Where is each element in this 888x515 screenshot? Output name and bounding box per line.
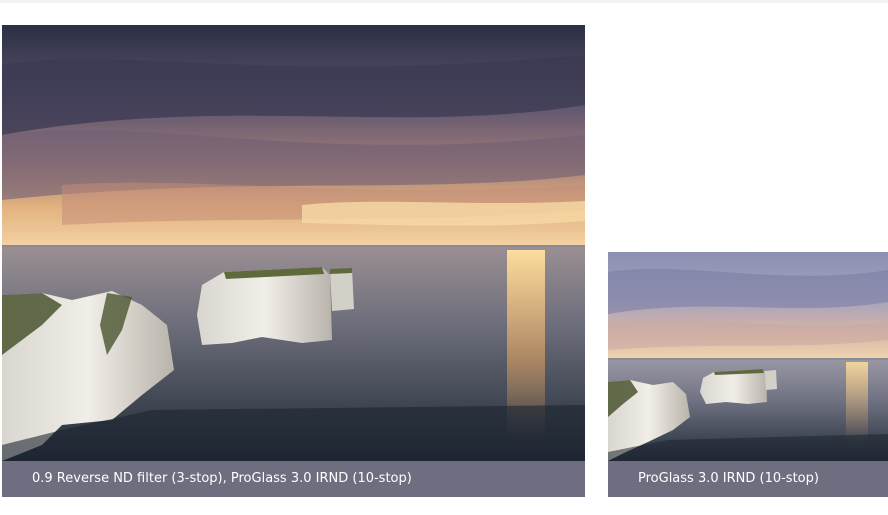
photo-caption-large: 0.9 Reverse ND filter (3-stop), ProGlass… xyxy=(2,461,585,497)
seascape-photo-large xyxy=(2,25,585,461)
top-divider xyxy=(0,0,888,3)
photo-card-small: ProGlass 3.0 IRND (10-stop) xyxy=(608,252,888,497)
photo-caption-small: ProGlass 3.0 IRND (10-stop) xyxy=(608,461,888,497)
photo-card-large: 0.9 Reverse ND filter (3-stop), ProGlass… xyxy=(2,25,585,497)
seascape-photo-small xyxy=(608,252,888,461)
